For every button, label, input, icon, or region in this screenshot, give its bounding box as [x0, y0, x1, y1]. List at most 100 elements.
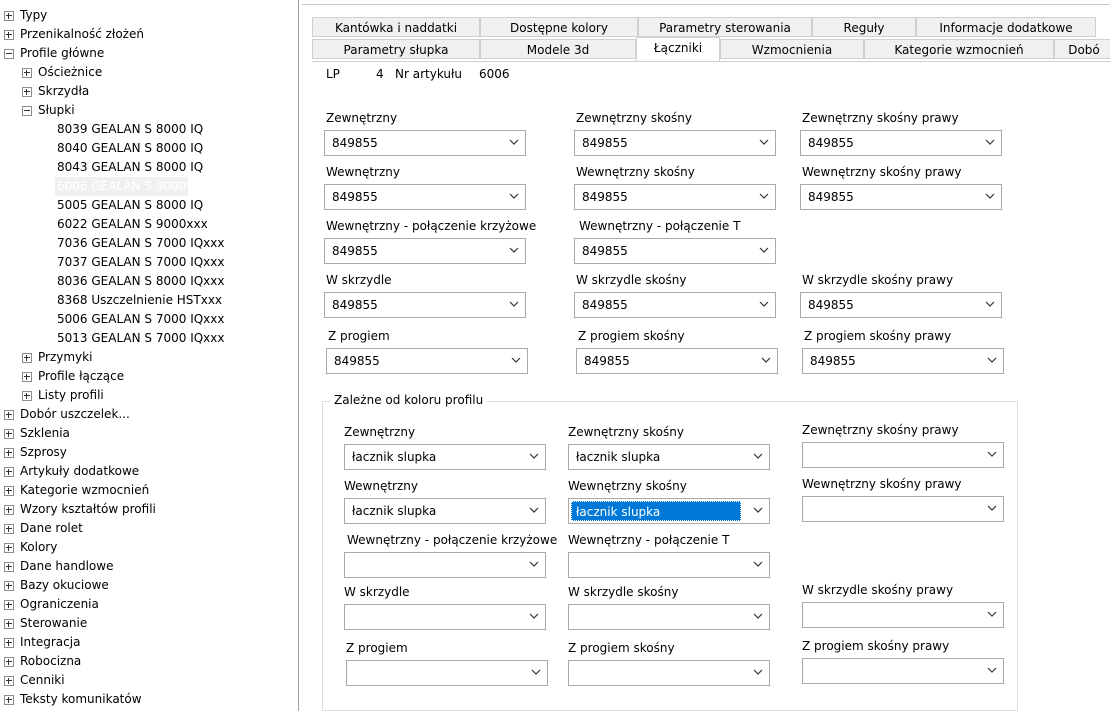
chevron-down-icon[interactable]	[759, 300, 769, 308]
chevron-down-icon[interactable]	[987, 666, 997, 674]
combo-zewnetrzny-skosny[interactable]: 849855	[574, 130, 776, 156]
tab-parametry-slupka[interactable]: Parametry słupka	[312, 39, 480, 59]
tree-item-dane-handlowe[interactable]: Dane handlowe	[0, 557, 296, 576]
tree-item-wzory-ksztaltow-profili[interactable]: Wzory kształtów profili	[0, 500, 296, 519]
tree-item-skrzydla[interactable]: Skrzydła	[0, 82, 296, 101]
tree-item-oscieznice[interactable]: Ościeżnice	[0, 63, 296, 82]
chevron-down-icon[interactable]	[987, 450, 997, 458]
tree-item-profile-laczace[interactable]: Profile łączące	[0, 367, 296, 386]
chevron-down-icon[interactable]	[529, 452, 539, 460]
tree-item-listy-profili[interactable]: Listy profili	[0, 386, 296, 405]
expand-plus-icon[interactable]	[4, 600, 14, 610]
tab-laczniki[interactable]: Łączniki	[636, 37, 720, 61]
tree-item-6006-gealan-s-9000[interactable]: 6006 GEALAN S 9000	[0, 177, 296, 196]
combo-wewnetrzny-polaczenie-t[interactable]	[568, 552, 770, 578]
combo-wewnetrzny-skosny-prawy[interactable]: 849855	[800, 184, 1002, 210]
tree-item-8039-gealan-s-8000-iq[interactable]: 8039 GEALAN S 8000 IQ	[0, 120, 296, 139]
chevron-down-icon[interactable]	[985, 138, 995, 146]
chevron-down-icon[interactable]	[529, 560, 539, 568]
combo-wewnetrzny[interactable]: łacznik slupka	[344, 498, 546, 524]
tree-item-typy[interactable]: Typy	[0, 6, 296, 25]
chevron-down-icon[interactable]	[531, 668, 541, 676]
combo-z-progiem[interactable]: 849855	[326, 348, 528, 374]
combo-w-skrzydle-skosny[interactable]	[568, 604, 770, 630]
tree-item-8043-gealan-s-8000-iq[interactable]: 8043 GEALAN S 8000 IQ	[0, 158, 296, 177]
combo-wewnetrzny-skosny-prawy[interactable]	[802, 496, 1004, 522]
tree-item-ograniczenia[interactable]: Ograniczenia	[0, 595, 296, 614]
chevron-down-icon[interactable]	[529, 612, 539, 620]
expand-plus-icon[interactable]	[22, 68, 32, 78]
tree-item-przenikalnosc-zlozen[interactable]: Przenikalność złożeń	[0, 25, 296, 44]
expand-plus-icon[interactable]	[4, 543, 14, 553]
expand-plus-icon[interactable]	[4, 657, 14, 667]
chevron-down-icon[interactable]	[759, 246, 769, 254]
expand-plus-icon[interactable]	[4, 524, 14, 534]
chevron-down-icon[interactable]	[759, 138, 769, 146]
combo-zewnetrzny[interactable]: 849855	[324, 130, 526, 156]
chevron-down-icon[interactable]	[985, 192, 995, 200]
tree-item-bazy-okuciowe[interactable]: Bazy okuciowe	[0, 576, 296, 595]
tree-item-7037-gealan-s-7000-iqxxx[interactable]: 7037 GEALAN S 7000 IQxxx	[0, 253, 296, 272]
combo-wewnetrzny[interactable]: 849855	[324, 184, 526, 210]
expand-plus-icon[interactable]	[4, 11, 14, 21]
tab-parametry-sterowania[interactable]: Parametry sterowania	[638, 17, 812, 37]
combo-wewnetrzny-polaczenie-krzyzowe[interactable]: 849855	[324, 238, 526, 264]
expand-plus-icon[interactable]	[22, 391, 32, 401]
tree-item-8040-gealan-s-8000-iq[interactable]: 8040 GEALAN S 8000 IQ	[0, 139, 296, 158]
tab-kantowka-i-naddatki[interactable]: Kantówka i naddatki	[312, 17, 480, 37]
combo-zewnetrzny[interactable]: łacznik slupka	[344, 444, 546, 470]
tree-item-profile-glowne[interactable]: Profile główne	[0, 44, 296, 63]
chevron-down-icon[interactable]	[761, 356, 771, 364]
collapse-minus-icon[interactable]	[22, 106, 32, 116]
combo-wewnetrzny-skosny[interactable]: łacznik slupka	[568, 498, 770, 524]
expand-plus-icon[interactable]	[4, 619, 14, 629]
tab-dobo[interactable]: Dobó	[1054, 39, 1110, 59]
expand-plus-icon[interactable]	[4, 695, 14, 705]
tree-item-dobor-uszczelek[interactable]: Dobór uszczelek...	[0, 405, 296, 424]
expand-plus-icon[interactable]	[4, 486, 14, 496]
chevron-down-icon[interactable]	[987, 610, 997, 618]
tree-item-5006-gealan-s-7000-iqxxx[interactable]: 5006 GEALAN S 7000 IQxxx	[0, 310, 296, 329]
expand-plus-icon[interactable]	[4, 581, 14, 591]
expand-plus-icon[interactable]	[4, 467, 14, 477]
tree-item-artykuly-dodatkowe[interactable]: Artykuły dodatkowe	[0, 462, 296, 481]
tree-item-szprosy[interactable]: Szprosy	[0, 443, 296, 462]
tree-item-8368-uszczelnienie-hstxxx[interactable]: 8368 Uszczelnienie HSTxxx	[0, 291, 296, 310]
expand-plus-icon[interactable]	[22, 353, 32, 363]
combo-w-skrzydle-skosny-prawy[interactable]	[802, 602, 1004, 628]
tab-kategorie-wzmocnien[interactable]: Kategorie wzmocnień	[864, 39, 1054, 59]
combo-zewnetrzny-skosny[interactable]: łacznik slupka	[568, 444, 770, 470]
combo-z-progiem-skosny-prawy[interactable]	[802, 658, 1004, 684]
chevron-down-icon[interactable]	[511, 356, 521, 364]
chevron-down-icon[interactable]	[753, 668, 763, 676]
expand-plus-icon[interactable]	[4, 429, 14, 439]
tree-item-kolory[interactable]: Kolory	[0, 538, 296, 557]
combo-z-progiem[interactable]	[346, 660, 548, 686]
tree-item-7036-gealan-s-7000-iqxxx[interactable]: 7036 GEALAN S 7000 IQxxx	[0, 234, 296, 253]
expand-plus-icon[interactable]	[4, 410, 14, 420]
combo-w-skrzydle[interactable]: 849855	[324, 292, 526, 318]
combo-wewnetrzny-skosny[interactable]: 849855	[574, 184, 776, 210]
combo-wewnetrzny-polaczenie-t[interactable]: 849855	[574, 238, 776, 264]
chevron-down-icon[interactable]	[753, 560, 763, 568]
tab-informacje-dodatkowe[interactable]: Informacje dodatkowe	[916, 17, 1096, 37]
tab-dostepne-kolory[interactable]: Dostępne kolory	[480, 17, 638, 37]
chevron-down-icon[interactable]	[509, 138, 519, 146]
tree-item-6022-gealan-s-9000xxx[interactable]: 6022 GEALAN S 9000xxx	[0, 215, 296, 234]
chevron-down-icon[interactable]	[985, 300, 995, 308]
expand-plus-icon[interactable]	[4, 505, 14, 515]
tree-item-dane-rolet[interactable]: Dane rolet	[0, 519, 296, 538]
collapse-minus-icon[interactable]	[4, 49, 14, 59]
tree-item-slupki[interactable]: Słupki	[0, 101, 296, 120]
chevron-down-icon[interactable]	[509, 300, 519, 308]
combo-z-progiem-skosny[interactable]	[568, 660, 770, 686]
expand-plus-icon[interactable]	[22, 372, 32, 382]
combo-w-skrzydle[interactable]	[344, 604, 546, 630]
tab-reguly[interactable]: Reguły	[812, 17, 916, 37]
tree-item-przymyki[interactable]: Przymyki	[0, 348, 296, 367]
chevron-down-icon[interactable]	[509, 192, 519, 200]
chevron-down-icon[interactable]	[987, 504, 997, 512]
tree-item-integracja[interactable]: Integracja	[0, 633, 296, 652]
tree-item-5005-gealan-s-8000-iq[interactable]: 5005 GEALAN S 8000 IQ	[0, 196, 296, 215]
combo-zewnetrzny-skosny-prawy[interactable]	[802, 442, 1004, 468]
